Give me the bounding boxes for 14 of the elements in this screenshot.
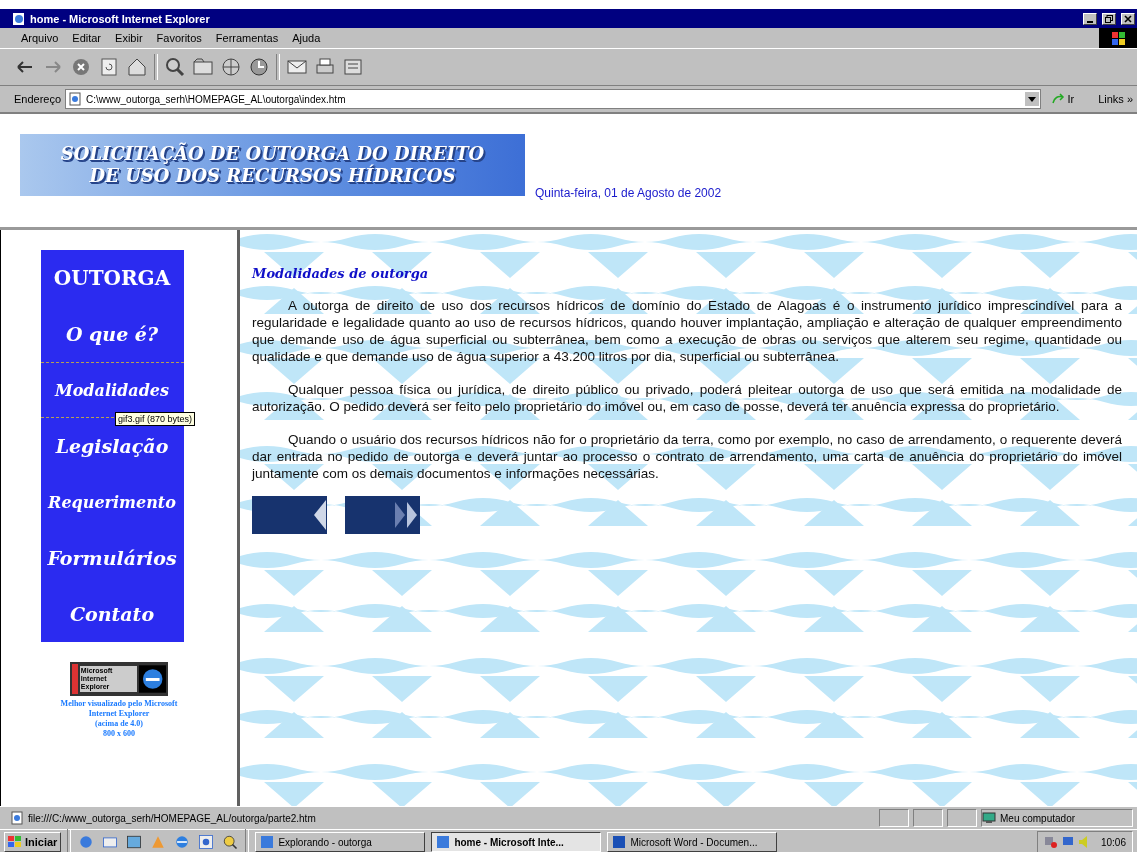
body-paragraph: A outorga de direito de uso dos recursos hídricos de domínio do Estado de Alagoas é o instrumento jurídico imprescindível para a regularidade e legalidade quanto ao uso de recursos hídricos, quando houver implantação, ampliação e alteração de qualquer empreendimento que demande uso de água superficial ou subterrânea, bem como a execução de obras ou serviços que alterem seu regime, quantidade ou qualidade e que demande uso de água superior a 43.200 litros por dia, superficial ou subterrânea. <box>252 297 1122 365</box>
clock: 10:06 <box>1100 836 1126 848</box>
body-paragraph: Quando o usuário dos recursos hídricos não for o proprietário da terra, como por exemplo, no caso de arrendamento, o requerente deverá dar entrada no pedido de outorga e deverá juntar ao processo o contrato de arrendamento, uma carta de anuência do proprietário do imóvel juntamente com os demais documentos e informações necessárias. <box>252 431 1122 482</box>
body-paragraph: Qualquer pessoa física ou jurídica, de direito público ou privado, poderá pleitear outorga de uso que será emitida na modalidade de autorização. O pedido deverá ser feito pelo proprietário do imóvel ou, em caso de posse, deverá ter anuência expressa do proprietário. <box>252 381 1122 415</box>
page-banner: SOLICITAÇÃO DE OUTORGA DO DIREITO DE USO DOS RECURSOS HÍDRICOS <box>20 134 525 196</box>
status-text: file:///C:/www_outorga_serh/HOMEPAGE_AL/outorga/parte2.htm <box>28 812 317 824</box>
window-title: home - Microsoft Internet Explorer <box>30 12 211 25</box>
address-label: Endereço <box>14 93 62 105</box>
zone-text: Meu computador <box>1000 812 1076 824</box>
section-title: Modalidades de outorga <box>252 266 430 281</box>
tooltip: gif3.gif (870 bytes) <box>115 412 196 426</box>
date-text: Quinta-feira, 01 de Agosto de 2002 <box>535 186 722 200</box>
menu-heading: OUTORGA <box>52 265 172 292</box>
browser-note: Melhor visualizado pelo Microsoft Internet Explorer (acima de 4.0) 800 x 600 <box>60 699 178 739</box>
